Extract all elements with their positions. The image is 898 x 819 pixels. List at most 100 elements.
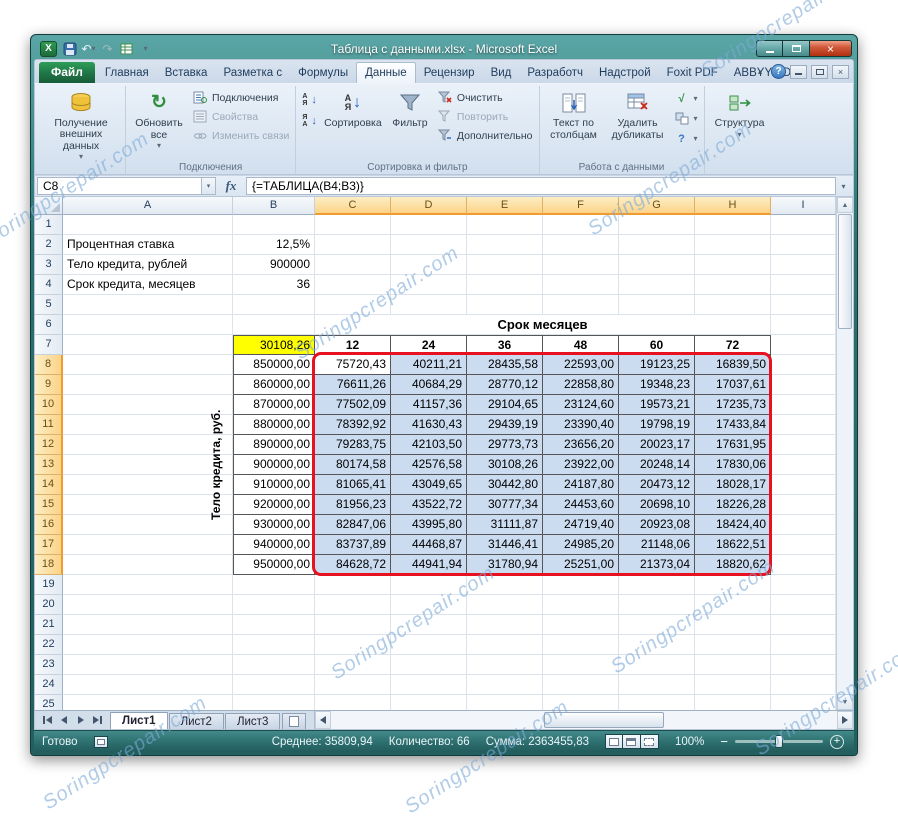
cell-F10[interactable]: 23124,60 (543, 395, 619, 415)
row-header-7[interactable]: 7 (35, 335, 63, 355)
cell-B11[interactable]: 880000,00 (233, 415, 315, 435)
cell-F12[interactable]: 23656,20 (543, 435, 619, 455)
cell-F18[interactable]: 25251,00 (543, 555, 619, 575)
cell-E9[interactable]: 28770,12 (467, 375, 543, 395)
cell-I21[interactable] (771, 615, 836, 635)
clear-filter-button[interactable]: Очистить (434, 89, 536, 106)
minimize-button[interactable] (756, 40, 783, 57)
cell-G5[interactable] (619, 295, 695, 315)
cell-B19[interactable] (233, 575, 315, 595)
cell-C4[interactable] (315, 275, 391, 295)
cell-C1[interactable] (315, 215, 391, 235)
column-header-E[interactable]: E (467, 197, 543, 215)
normal-view-button[interactable] (604, 734, 623, 749)
cell-C2[interactable] (315, 235, 391, 255)
cell-B20[interactable] (233, 595, 315, 615)
ribbon-tab-Вставка[interactable]: Вставка (157, 63, 216, 83)
cell-H21[interactable] (695, 615, 771, 635)
cell-G17[interactable]: 21148,06 (619, 535, 695, 555)
cell-A3[interactable]: Тело кредита, рублей (63, 255, 233, 275)
cell-F17[interactable]: 24985,20 (543, 535, 619, 555)
cell-E14[interactable]: 30442,80 (467, 475, 543, 495)
cell-C23[interactable] (315, 655, 391, 675)
cell-G4[interactable] (619, 275, 695, 295)
cell-E25[interactable] (467, 695, 543, 710)
column-header-C[interactable]: C (315, 197, 391, 215)
cell-B9[interactable]: 860000,00 (233, 375, 315, 395)
cell-H5[interactable] (695, 295, 771, 315)
cell-H16[interactable]: 18424,40 (695, 515, 771, 535)
cell-H11[interactable]: 17433,84 (695, 415, 771, 435)
cell-G2[interactable] (619, 235, 695, 255)
cell-B25[interactable] (233, 695, 315, 710)
cell-G25[interactable] (619, 695, 695, 710)
cell-A6[interactable] (63, 315, 233, 335)
cell-G23[interactable] (619, 655, 695, 675)
cell-D9[interactable]: 40684,29 (391, 375, 467, 395)
cell-C10[interactable]: 77502,09 (315, 395, 391, 415)
cell-G24[interactable] (619, 675, 695, 695)
cell-F4[interactable] (543, 275, 619, 295)
cell-G8[interactable]: 19123,25 (619, 355, 695, 375)
row-header-22[interactable]: 22 (35, 635, 63, 655)
insert-sheet-button[interactable] (282, 713, 307, 729)
save-button[interactable] (62, 41, 77, 57)
cell-C24[interactable] (315, 675, 391, 695)
cell-E22[interactable] (467, 635, 543, 655)
cell-G18[interactable]: 21373,04 (619, 555, 695, 575)
cell-A2[interactable]: Процентная ставка (63, 235, 233, 255)
cell-C18[interactable]: 84628,72 (315, 555, 391, 575)
cell-C7[interactable]: 12 (315, 335, 391, 355)
cell-D14[interactable]: 43049,65 (391, 475, 467, 495)
cell-C3[interactable] (315, 255, 391, 275)
cell-B2[interactable]: 12,5% (233, 235, 315, 255)
cell-E2[interactable] (467, 235, 543, 255)
refresh-all-button[interactable]: ↻ Обновить все ▾ (129, 87, 189, 161)
column-header-I[interactable]: I (771, 197, 836, 215)
cell-A5[interactable] (63, 295, 233, 315)
row-header-11[interactable]: 11 (35, 415, 63, 435)
cell-B21[interactable] (233, 615, 315, 635)
cell-F7[interactable]: 48 (543, 335, 619, 355)
cell-F19[interactable] (543, 575, 619, 595)
cell-H13[interactable]: 17830,06 (695, 455, 771, 475)
cell-H10[interactable]: 17235,73 (695, 395, 771, 415)
structure-button[interactable]: Структура ▾ (708, 87, 772, 161)
cell-H17[interactable]: 18622,51 (695, 535, 771, 555)
page-layout-view-button[interactable] (622, 734, 641, 749)
zoom-out-button[interactable]: − (720, 735, 728, 748)
cell-G1[interactable] (619, 215, 695, 235)
row-header-19[interactable]: 19 (35, 575, 63, 595)
qat-customize-button[interactable]: ▾ (138, 41, 153, 57)
cell-D8[interactable]: 40211,21 (391, 355, 467, 375)
cell-F9[interactable]: 22858,80 (543, 375, 619, 395)
cell-C17[interactable]: 83737,89 (315, 535, 391, 555)
doc-close-button[interactable]: × (832, 64, 849, 79)
remove-duplicates-button[interactable]: Удалить дубликаты (605, 87, 671, 161)
cell-G3[interactable] (619, 255, 695, 275)
cell-B24[interactable] (233, 675, 315, 695)
cell-C20[interactable] (315, 595, 391, 615)
cell-I19[interactable] (771, 575, 836, 595)
scroll-left-button[interactable] (315, 711, 332, 729)
cell-C16[interactable]: 82847,06 (315, 515, 391, 535)
row-header-18[interactable]: 18 (35, 555, 63, 575)
sort-button[interactable]: АЯ ↓ Сортировка (320, 87, 386, 161)
cell-E21[interactable] (467, 615, 543, 635)
cell-B8[interactable]: 850000,00 (233, 355, 315, 375)
cell-D25[interactable] (391, 695, 467, 710)
cell-D23[interactable] (391, 655, 467, 675)
cell-F8[interactable]: 22593,00 (543, 355, 619, 375)
cell-D2[interactable] (391, 235, 467, 255)
close-button[interactable]: × (810, 40, 852, 57)
zoom-level[interactable]: 100% (675, 736, 704, 748)
cell-E7[interactable]: 36 (467, 335, 543, 355)
cell-H19[interactable] (695, 575, 771, 595)
cell-D12[interactable]: 42103,50 (391, 435, 467, 455)
filter-button[interactable]: Фильтр (386, 87, 434, 161)
cell-F15[interactable]: 24453,60 (543, 495, 619, 515)
tab-file[interactable]: Файл (39, 62, 95, 83)
cell-G21[interactable] (619, 615, 695, 635)
cell-E8[interactable]: 28435,58 (467, 355, 543, 375)
cell-G10[interactable]: 19573,21 (619, 395, 695, 415)
